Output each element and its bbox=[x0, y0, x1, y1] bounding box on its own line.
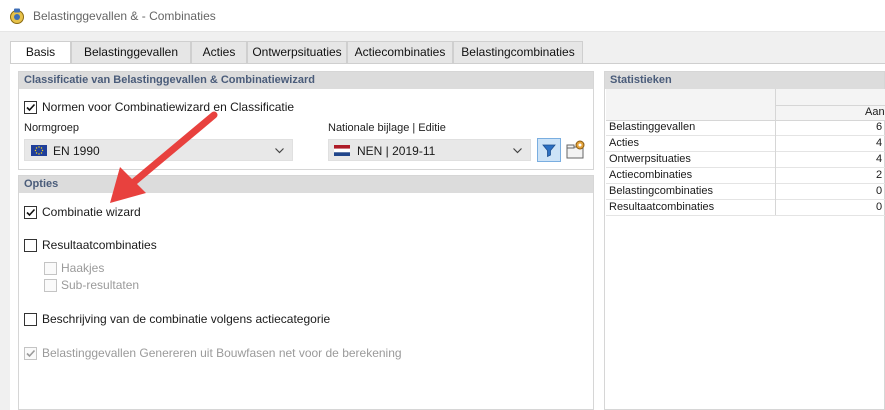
result-combinations-checkbox[interactable] bbox=[24, 239, 37, 252]
tab-acties[interactable]: Acties bbox=[191, 41, 247, 63]
brackets-checkbox[interactable] bbox=[44, 262, 57, 275]
norms-checkbox[interactable] bbox=[24, 101, 37, 114]
stat-value: 2 bbox=[876, 169, 883, 181]
stat-name: Belastingcombinaties bbox=[609, 185, 713, 197]
filter-icon bbox=[542, 144, 556, 158]
stat-name: Belastinggevallen bbox=[609, 121, 696, 133]
result-combinations-label: Resultaatcombinaties bbox=[42, 238, 157, 252]
stat-value: 0 bbox=[876, 185, 883, 197]
eu-flag-icon bbox=[31, 145, 47, 156]
title-bar: Belastinggevallen & - Combinaties bbox=[0, 0, 885, 32]
annotation-arrow-icon bbox=[110, 111, 218, 203]
settings-button[interactable] bbox=[564, 138, 588, 162]
classification-title: Classificatie van Belastinggevallen & Co… bbox=[19, 72, 593, 89]
table-row: Ontwerpsituaties 4 bbox=[606, 152, 885, 168]
description-label: Beschrijving van de combinatie volgens a… bbox=[42, 312, 331, 326]
stat-name: Acties bbox=[609, 137, 639, 149]
stat-value: 4 bbox=[876, 153, 883, 165]
normgroep-value: EN 1990 bbox=[53, 144, 100, 158]
sub-results-label: Sub-resultaten bbox=[61, 278, 140, 292]
generate-label: Belastinggevallen Genereren uit Bouwfase… bbox=[42, 346, 402, 360]
chevron-down-icon bbox=[275, 148, 284, 154]
brackets-label: Haakjes bbox=[61, 261, 105, 275]
stat-name: Ontwerpsituaties bbox=[609, 153, 691, 165]
statistics-column-header: Aan bbox=[865, 106, 885, 118]
sub-results-checkbox[interactable] bbox=[44, 279, 57, 292]
annex-value: NEN | 2019-11 bbox=[357, 144, 436, 158]
app-logo-icon bbox=[10, 8, 24, 24]
table-row: Actiecombinaties 2 bbox=[606, 168, 885, 184]
statistics-column-divider bbox=[775, 119, 776, 215]
statistics-column-divider bbox=[775, 89, 776, 121]
window-title: Belastinggevallen & - Combinaties bbox=[33, 9, 216, 23]
stat-value: 6 bbox=[876, 121, 883, 133]
tab-belastingcombinaties[interactable]: Belastingcombinaties bbox=[453, 41, 583, 63]
stat-value: 4 bbox=[876, 137, 883, 149]
table-row: Belastingcombinaties 0 bbox=[606, 184, 885, 200]
description-checkbox[interactable] bbox=[24, 313, 37, 326]
stat-value: 0 bbox=[876, 201, 883, 213]
nl-flag-icon bbox=[334, 145, 350, 156]
folder-settings-icon bbox=[566, 140, 585, 159]
normgroep-label: Normgroep bbox=[24, 122, 80, 134]
chevron-down-icon bbox=[513, 148, 522, 154]
table-row: Resultaatcombinaties 0 bbox=[606, 200, 885, 216]
stat-name: Resultaatcombinaties bbox=[609, 201, 715, 213]
tab-ontwerpsituaties[interactable]: Ontwerpsituaties bbox=[247, 41, 347, 63]
tab-basis[interactable]: Basis bbox=[10, 41, 71, 64]
table-row: Acties 4 bbox=[606, 136, 885, 152]
annex-label: Nationale bijlage | Editie bbox=[328, 122, 446, 134]
combination-wizard-checkbox[interactable] bbox=[24, 206, 37, 219]
annex-select[interactable]: NEN | 2019-11 bbox=[328, 139, 531, 161]
tab-belastinggevallen[interactable]: Belastinggevallen bbox=[71, 41, 191, 63]
generate-checkbox[interactable] bbox=[24, 347, 37, 360]
filter-button[interactable] bbox=[537, 138, 561, 162]
stat-name: Actiecombinaties bbox=[609, 169, 693, 181]
statistics-title: Statistieken bbox=[605, 72, 884, 89]
tab-actiecombinaties[interactable]: Actiecombinaties bbox=[347, 41, 453, 63]
table-row: Belastinggevallen 6 bbox=[606, 120, 885, 136]
